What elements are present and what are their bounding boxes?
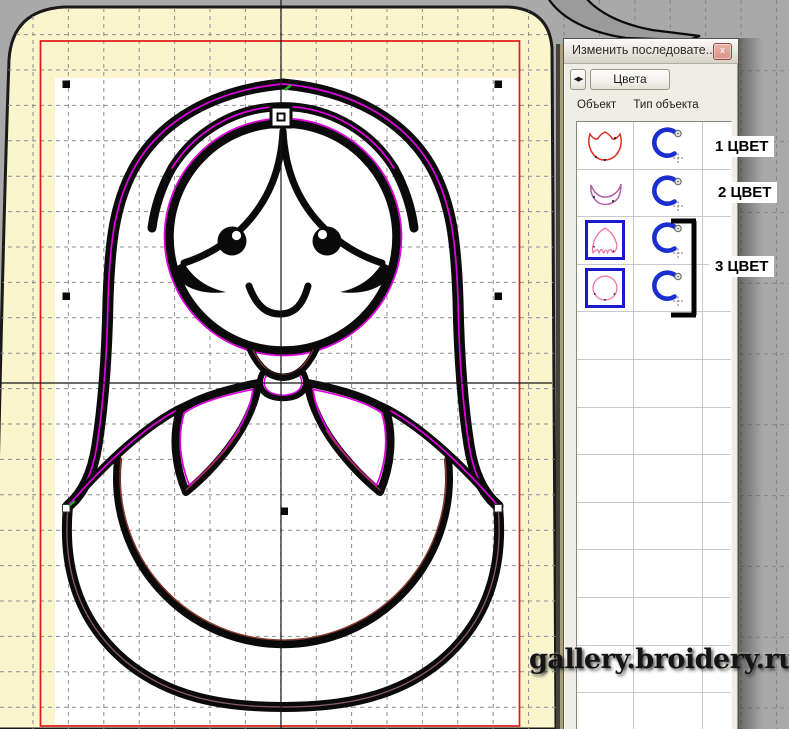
list-cell	[634, 122, 703, 170]
close-icon[interactable]: x	[713, 43, 732, 60]
curve-type-icon	[646, 172, 690, 214]
list-cell	[703, 360, 731, 408]
handle-top-left[interactable]	[63, 81, 71, 89]
colors-button[interactable]: Цвета	[590, 69, 670, 90]
color-group-bracket	[665, 214, 705, 322]
annotation-color-2: 2 ЦВЕТ	[712, 182, 777, 203]
eye-left-highlight	[232, 231, 241, 240]
eye-right-highlight	[318, 230, 327, 239]
list-cell	[577, 408, 634, 456]
object-row-scarf-crescent-outline[interactable]	[577, 170, 731, 218]
list-column-headers: Объект Тип объекта	[577, 99, 699, 111]
embroidery-app-window: Изменить последовате... x ◀▶ Цвета Объек…	[0, 0, 789, 729]
object-thumbnail[interactable]	[585, 173, 625, 213]
list-cell	[577, 598, 634, 646]
panel-titlebar[interactable]: Изменить последовате... x	[564, 39, 738, 64]
column-header-object: Объект	[577, 99, 616, 111]
object-row-circle-outline[interactable]	[577, 265, 731, 313]
object-thumbnail[interactable]	[585, 268, 625, 308]
list-cell	[577, 455, 634, 503]
annotation-color-1: 1 ЦВЕТ	[709, 136, 774, 157]
list-cell	[703, 503, 731, 551]
list-cell	[577, 360, 634, 408]
list-cell	[634, 408, 703, 456]
list-cell	[634, 550, 703, 598]
list-cell	[634, 360, 703, 408]
handle-mid-right[interactable]	[495, 293, 503, 301]
empty-row	[577, 312, 731, 360]
list-cell	[634, 693, 703, 729]
panel-title: Изменить последовате...	[572, 43, 716, 57]
start-point-marker[interactable]	[271, 107, 291, 127]
list-cell	[577, 312, 634, 360]
object-sequence-list[interactable]	[576, 121, 732, 729]
empty-row	[577, 693, 731, 729]
eye-left	[218, 227, 247, 256]
list-cell	[577, 217, 634, 265]
empty-row	[577, 360, 731, 408]
empty-row	[577, 550, 731, 598]
list-cell	[577, 550, 634, 598]
list-cell	[577, 503, 634, 551]
list-cell	[577, 265, 634, 313]
list-cell	[577, 122, 634, 170]
object-row-bell-body-outline[interactable]	[577, 217, 731, 265]
curve-type-icon	[646, 124, 690, 166]
list-cell	[703, 312, 731, 360]
watermark-text: gallery.broidery.ru	[529, 644, 789, 675]
list-cell	[634, 503, 703, 551]
scarf-knot	[260, 371, 306, 398]
empty-row	[577, 598, 731, 646]
list-cell	[703, 455, 731, 503]
handle-bottom-right[interactable]	[495, 505, 503, 513]
handle-bottom-center[interactable]	[281, 508, 289, 516]
eye-right	[313, 227, 342, 256]
handle-top-right[interactable]	[495, 81, 503, 89]
list-cell	[634, 170, 703, 218]
object-thumbnail[interactable]	[585, 125, 625, 165]
empty-row	[577, 503, 731, 551]
handle-mid-left[interactable]	[63, 293, 71, 301]
list-cell	[703, 693, 731, 729]
list-cell	[703, 408, 731, 456]
list-cell	[634, 455, 703, 503]
object-row-scarf-top-outline[interactable]	[577, 122, 731, 170]
object-thumbnail[interactable]	[585, 220, 625, 260]
list-cell	[577, 693, 634, 729]
empty-row	[577, 408, 731, 456]
list-cell	[703, 598, 731, 646]
list-cell	[577, 170, 634, 218]
collapse-arrows-button[interactable]: ◀▶	[570, 69, 586, 90]
annotation-color-3: 3 ЦВЕТ	[709, 256, 774, 277]
column-header-type: Тип объекта	[633, 99, 698, 111]
panel-toolbar: ◀▶ Цвета	[564, 67, 738, 91]
empty-row	[577, 455, 731, 503]
list-cell	[634, 598, 703, 646]
list-cell	[703, 550, 731, 598]
